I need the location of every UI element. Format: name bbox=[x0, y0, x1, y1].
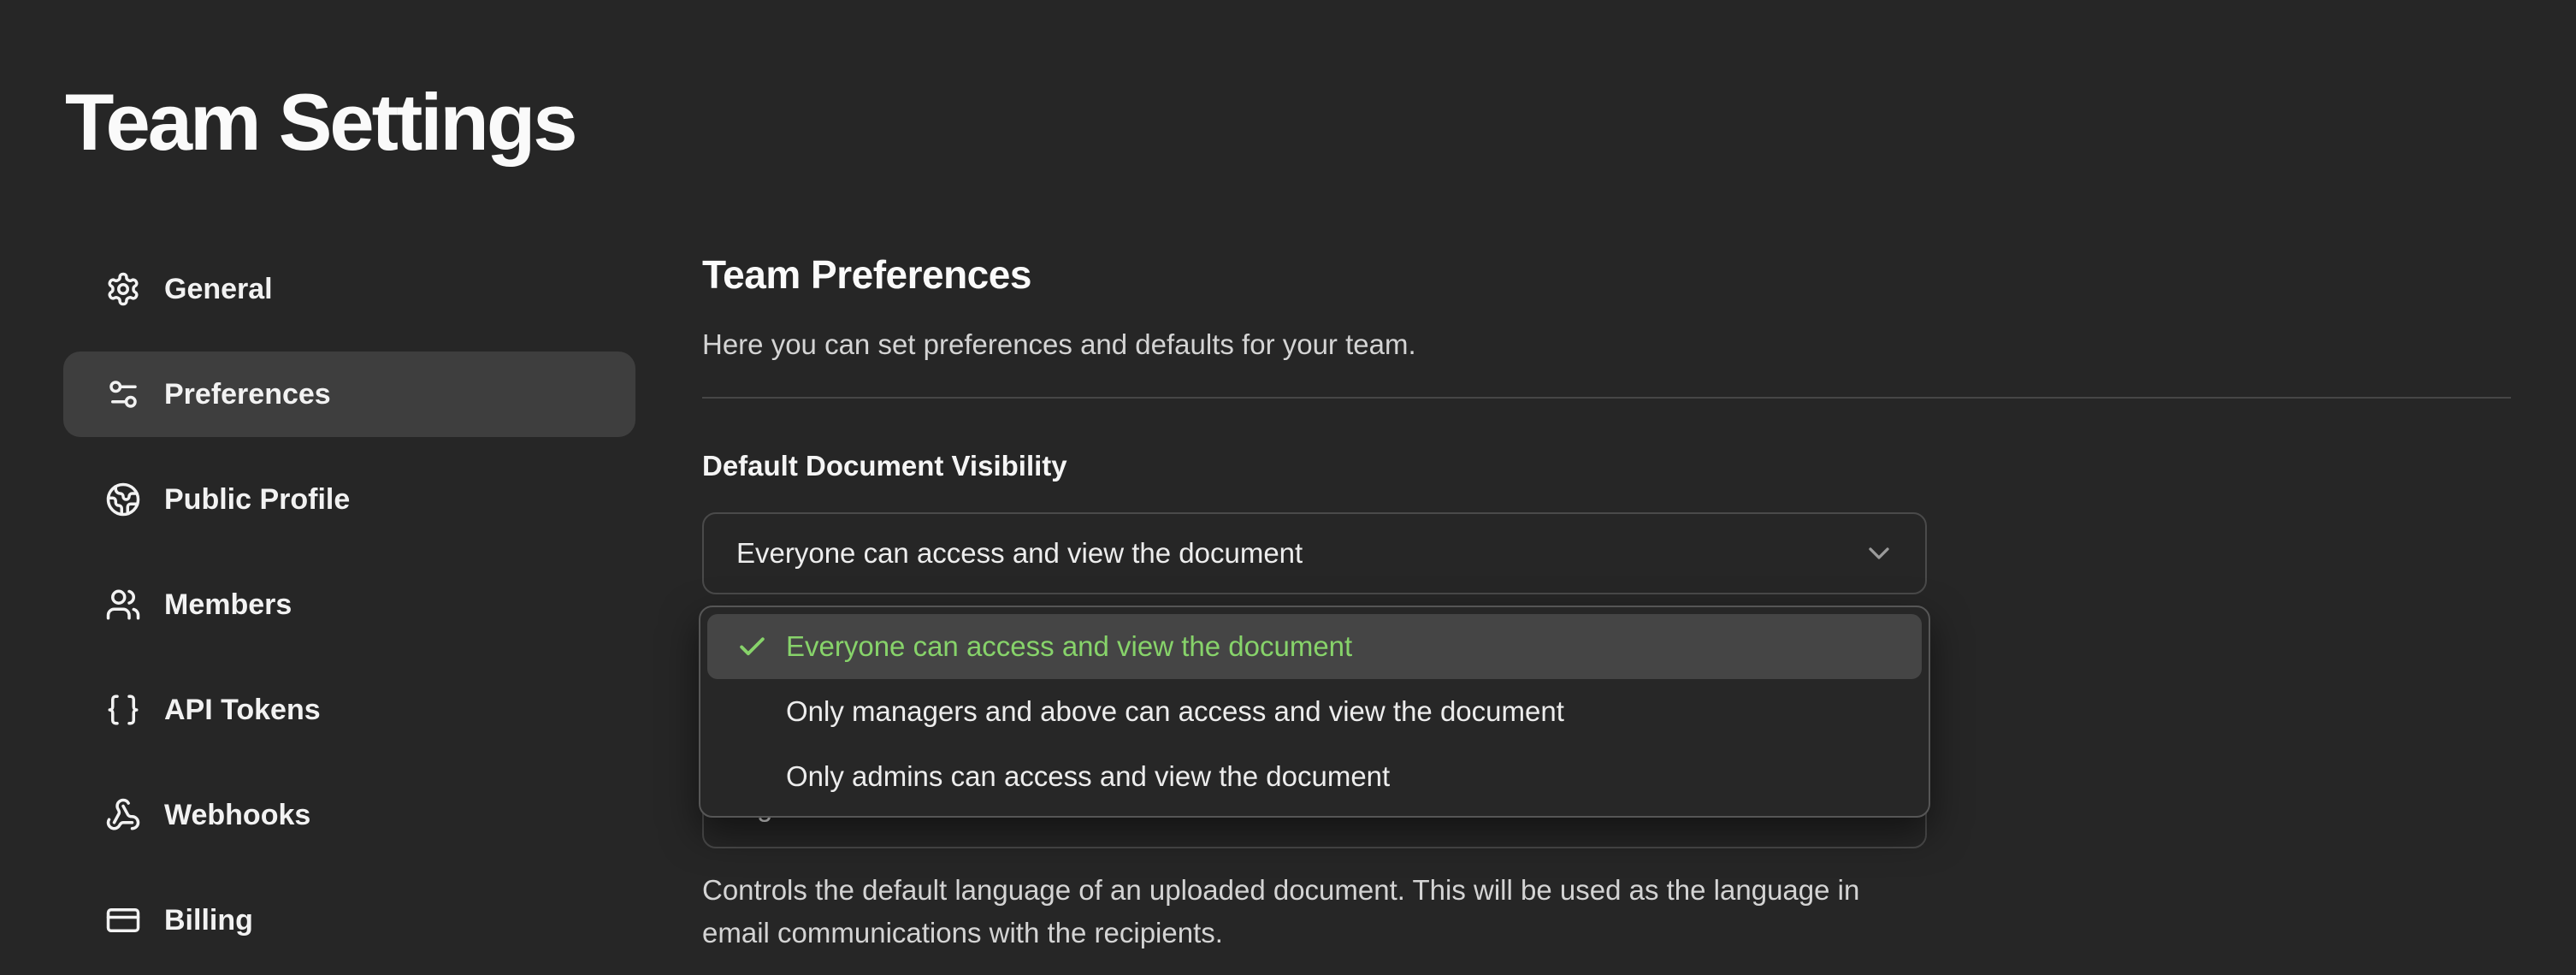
sidebar-item-label: Members bbox=[164, 588, 292, 622]
sidebar-item-label: API Tokens bbox=[164, 694, 321, 727]
credit-card-icon bbox=[104, 901, 142, 939]
gear-icon bbox=[104, 270, 142, 308]
sidebar-item-preferences[interactable]: Preferences bbox=[63, 352, 635, 437]
team-settings-page: Team Settings General Preferences Public… bbox=[0, 0, 2576, 975]
sidebar-item-billing[interactable]: Billing bbox=[63, 878, 635, 963]
page-title: Team Settings bbox=[65, 72, 576, 173]
sidebar-item-general[interactable]: General bbox=[63, 246, 635, 332]
sidebar-item-label: Preferences bbox=[164, 378, 331, 411]
section-heading: Team Preferences bbox=[702, 251, 1031, 298]
language-help-text: Controls the default language of an uplo… bbox=[702, 869, 1908, 954]
visibility-select-value: Everyone can access and view the documen… bbox=[736, 537, 1303, 570]
chevron-down-icon bbox=[1862, 536, 1896, 570]
webhook-icon bbox=[104, 796, 142, 834]
sidebar-item-public-profile[interactable]: Public Profile bbox=[63, 457, 635, 542]
section-divider bbox=[702, 397, 2511, 399]
dropdown-option-label: Only admins can access and view the docu… bbox=[786, 760, 1390, 793]
sidebar-item-label: Billing bbox=[164, 904, 253, 937]
dropdown-option-only-admins-can-access-and-view-the-document[interactable]: Only admins can access and view the docu… bbox=[707, 744, 1922, 809]
globe-icon bbox=[104, 481, 142, 518]
users-icon bbox=[104, 586, 142, 623]
sidebar-item-label: Public Profile bbox=[164, 483, 350, 517]
visibility-dropdown-menu: Everyone can access and view the documen… bbox=[699, 606, 1930, 818]
sidebar-item-api-tokens[interactable]: API Tokens bbox=[63, 667, 635, 753]
sidebar-item-webhooks[interactable]: Webhooks bbox=[63, 772, 635, 858]
section-subheading: Here you can set preferences and default… bbox=[702, 328, 1416, 361]
dropdown-option-label: Everyone can access and view the documen… bbox=[786, 630, 1352, 663]
dropdown-option-only-managers-and-above-can-access-and-view-the-document[interactable]: Only managers and above can access and v… bbox=[707, 679, 1922, 744]
sliders-icon bbox=[104, 375, 142, 413]
check-icon bbox=[736, 631, 786, 663]
braces-icon bbox=[104, 691, 142, 729]
dropdown-option-everyone-can-access-and-view-the-document[interactable]: Everyone can access and view the documen… bbox=[707, 614, 1922, 679]
visibility-field-label: Default Document Visibility bbox=[702, 450, 1067, 482]
sidebar-item-members[interactable]: Members bbox=[63, 562, 635, 647]
visibility-select[interactable]: Everyone can access and view the documen… bbox=[702, 512, 1927, 594]
sidebar: General Preferences Public Profile Membe… bbox=[63, 246, 635, 975]
dropdown-option-label: Only managers and above can access and v… bbox=[786, 695, 1564, 728]
sidebar-item-label: General bbox=[164, 273, 273, 306]
sidebar-item-label: Webhooks bbox=[164, 799, 310, 832]
main-content: Team Preferences Here you can set prefer… bbox=[702, 0, 2511, 975]
